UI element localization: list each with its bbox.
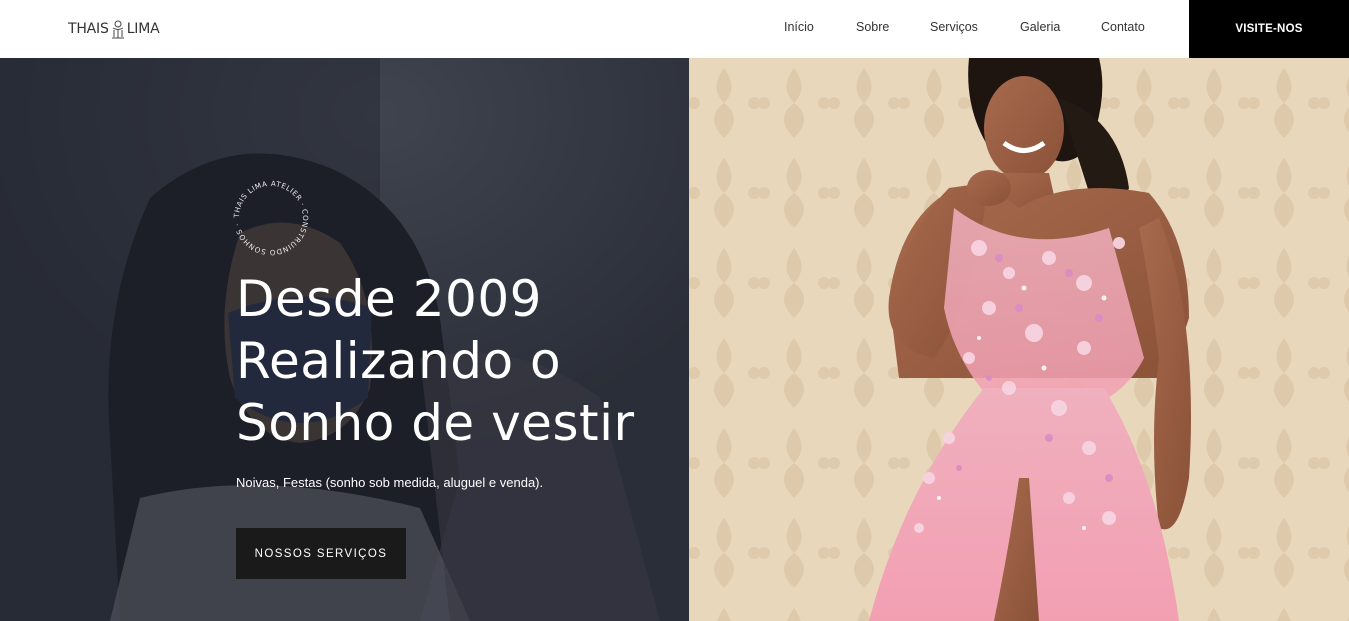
- hero-title-line-3: Sonho de vestir: [236, 394, 635, 452]
- brand-name-last: LIMA: [126, 21, 160, 37]
- hero-title-line-2: Realizando o: [236, 332, 562, 390]
- hero-title: Desde 2009 Realizando o Sonho de vestir: [236, 268, 676, 454]
- nav-sobre[interactable]: Sobre: [856, 20, 889, 34]
- nav-galeria[interactable]: Galeria: [1020, 20, 1060, 34]
- brand-name-first: THAIS: [68, 21, 109, 37]
- brand-logo[interactable]: THAIS LIMA: [68, 18, 160, 40]
- our-services-button[interactable]: NOSSOS SERVIÇOS: [236, 528, 406, 579]
- badge-text: THAIS LIMA ATELIER · CONSTRUINDO SONHOS …: [232, 179, 310, 257]
- svg-text:THAIS LIMA ATELIER · CONSTRUIN: THAIS LIMA ATELIER · CONSTRUINDO SONHOS …: [232, 179, 310, 257]
- brand-monogram-icon: [111, 20, 124, 39]
- nav-contato[interactable]: Contato: [1101, 20, 1145, 34]
- hero-subtitle: Noivas, Festas (sonho sob medida, alugue…: [236, 475, 544, 490]
- nav-servicos[interactable]: Serviços: [930, 20, 978, 34]
- hero-title-line-1: Desde 2009: [236, 270, 542, 328]
- model-photo: [689, 58, 1349, 621]
- site-header: THAIS LIMA Início Sobre Serviços Galeria…: [0, 0, 1349, 58]
- visit-us-button[interactable]: VISITE-NOS: [1189, 0, 1349, 58]
- nav-inicio[interactable]: Início: [784, 20, 814, 34]
- circular-badge: THAIS LIMA ATELIER · CONSTRUINDO SONHOS …: [232, 179, 310, 257]
- hero-left-panel: THAIS LIMA ATELIER · CONSTRUINDO SONHOS …: [0, 58, 689, 621]
- hero-right-panel: [689, 58, 1349, 621]
